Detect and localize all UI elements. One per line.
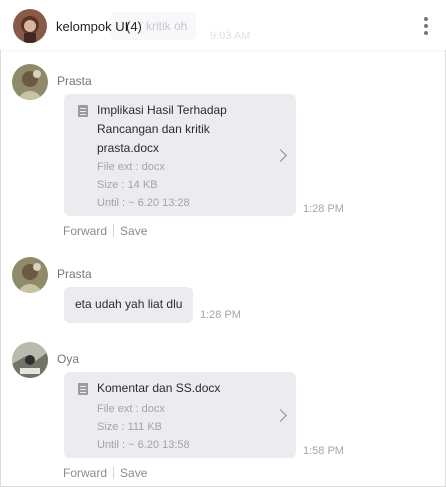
scrolled-message-time: 9:03 AM	[210, 30, 251, 42]
message-time: 1:58 PM	[303, 445, 344, 457]
save-link[interactable]: Save	[120, 224, 147, 238]
file-actions: Forward Save	[63, 224, 147, 238]
file-meta: File ext : docx Size : 111 KB Until : ~ …	[97, 403, 190, 451]
sender-name: Oya	[57, 352, 80, 366]
chat-header: kritik oh 9:03 AM kelompok UI (4)	[0, 0, 446, 50]
save-link[interactable]: Save	[120, 466, 147, 480]
file-name: Implikasi Hasil Terhadap Rancangan dan k…	[97, 103, 227, 155]
sender-name: Prasta	[57, 267, 92, 281]
forward-link[interactable]: Forward	[63, 466, 107, 480]
message-time: 1:28 PM	[303, 203, 344, 215]
sender-avatar[interactable]	[12, 257, 48, 293]
file-name: Komentar dan SS.docx	[97, 381, 221, 395]
sender-avatar[interactable]	[12, 342, 48, 378]
document-icon	[78, 105, 88, 117]
group-avatar[interactable]	[13, 9, 47, 43]
message-time: 1:28 PM	[200, 309, 241, 321]
file-meta: File ext : docx Size : 14 KB Until : ~ 6…	[97, 161, 190, 209]
sender-avatar[interactable]	[12, 64, 48, 100]
document-icon	[78, 383, 88, 395]
message-text: eta udah yah liat dlu	[75, 297, 183, 311]
chevron-right-icon[interactable]	[274, 149, 287, 162]
divider	[113, 466, 115, 479]
file-actions: Forward Save	[63, 466, 147, 480]
member-count: (4)	[126, 19, 142, 34]
file-message-bubble[interactable]: Komentar dan SS.docx File ext : docx Siz…	[64, 372, 296, 458]
file-message-bubble[interactable]: Implikasi Hasil Terhadap Rancangan dan k…	[64, 94, 296, 216]
sender-name: Prasta	[57, 74, 92, 88]
text-message-bubble[interactable]: eta udah yah liat dlu	[64, 287, 193, 323]
forward-link[interactable]: Forward	[63, 224, 107, 238]
chat-title[interactable]: kelompok UI	[56, 19, 128, 34]
chevron-right-icon[interactable]	[274, 409, 287, 422]
kebab-menu-icon[interactable]	[422, 17, 430, 39]
divider	[113, 224, 115, 237]
scrolled-message-text: kritik oh	[146, 19, 188, 33]
